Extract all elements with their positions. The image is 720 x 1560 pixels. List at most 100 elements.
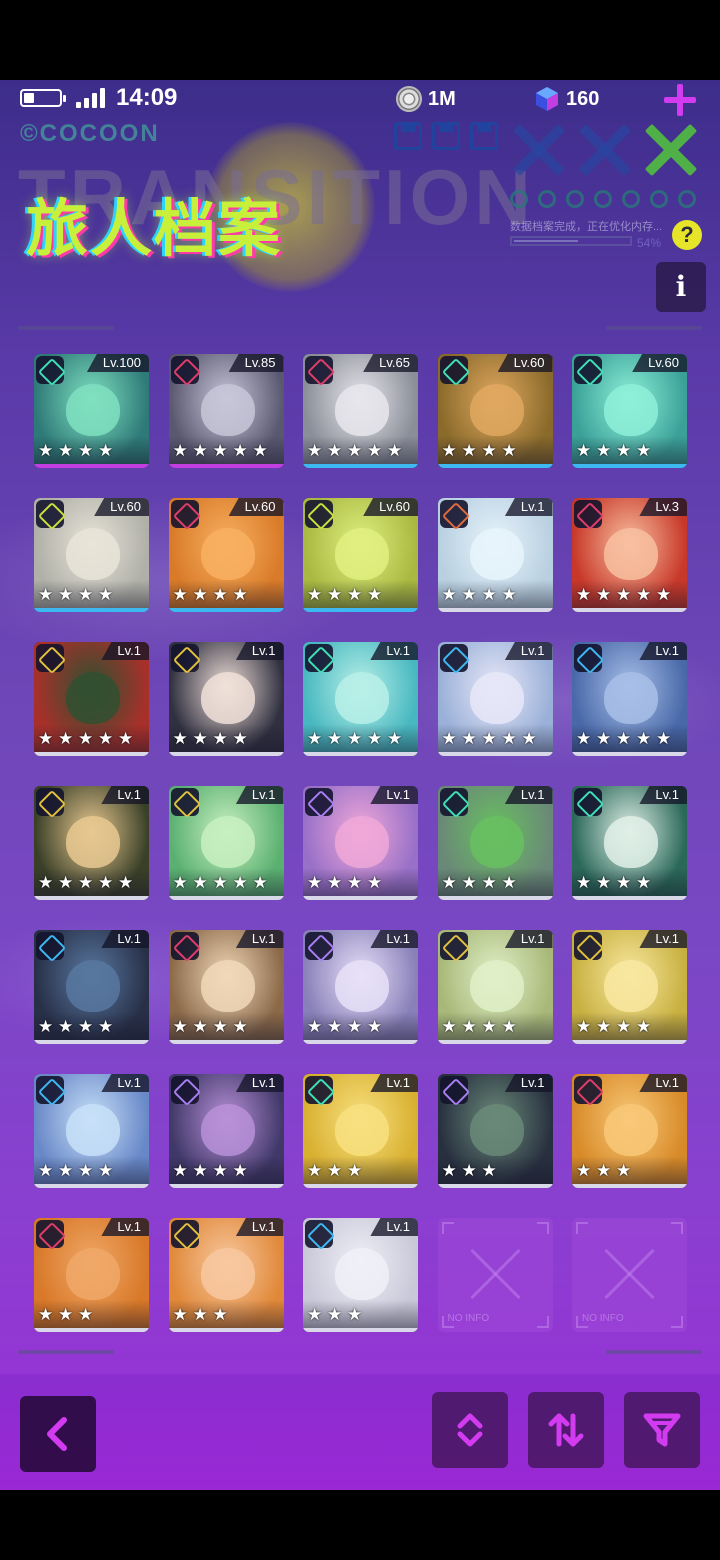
no-info-label: NO INFO (447, 1313, 490, 1324)
star-icon: ★ (212, 1017, 228, 1036)
character-card[interactable]: Lv.65 ★ ★ ★ ★ ★ (303, 354, 418, 468)
info-button[interactable]: i (656, 262, 706, 312)
role-icon (170, 500, 199, 528)
role-icon (574, 500, 602, 528)
star-icon: ★ (347, 873, 363, 892)
role-icon (439, 500, 468, 528)
star-rating: ★ ★ ★ ★ ★ (442, 730, 540, 750)
character-card[interactable]: Lv.1 ★ ★ ★ ★ (168, 930, 284, 1044)
character-card[interactable]: Lv.1 ★ ★ ★ ★ (437, 498, 553, 612)
rarity-underline (168, 896, 284, 900)
character-card[interactable]: Lv.1 ★ ★ ★ (572, 1074, 687, 1188)
star-icon: ★ (367, 873, 383, 892)
star-icon: ★ (367, 1017, 383, 1036)
star-rating: ★ ★ ★ ★ (442, 442, 520, 462)
rarity-underline (168, 1328, 284, 1332)
character-face (335, 528, 389, 580)
character-face (200, 672, 255, 724)
sort-order-button[interactable] (432, 1392, 508, 1468)
star-rating: ★ ★ ★ ★ (442, 874, 520, 894)
character-card[interactable]: Lv.1 ★ ★ ★ ★ (168, 642, 284, 756)
star-icon: ★ (98, 441, 114, 460)
back-button[interactable] (20, 1396, 96, 1472)
character-card[interactable]: Lv.1 ★ ★ ★ ★ ★ (303, 642, 418, 756)
gem-count: 160 (566, 88, 600, 110)
swap-button[interactable] (528, 1392, 604, 1468)
character-card[interactable]: Lv.1 ★ ★ ★ (437, 1074, 553, 1188)
empty-x-icon (468, 1246, 524, 1302)
filter-button[interactable] (624, 1392, 700, 1468)
star-icon: ★ (58, 1017, 74, 1036)
slot-corner (671, 1222, 683, 1234)
character-card[interactable]: Lv.1 ★ ★ ★ ★ (437, 930, 553, 1044)
character-card[interactable]: Lv.1 ★ ★ ★ ★ ★ (572, 642, 687, 756)
star-icon: ★ (78, 729, 94, 748)
character-card[interactable]: Lv.85 ★ ★ ★ ★ ★ (168, 354, 284, 468)
character-card[interactable]: Lv.1 ★ ★ ★ ★ (168, 1074, 284, 1188)
star-rating: ★ ★ ★ (307, 1162, 365, 1182)
star-icon: ★ (636, 873, 652, 892)
character-card[interactable]: Lv.1 ★ ★ ★ ★ ★ (437, 642, 553, 756)
empty-slot: NO INFO (572, 1218, 687, 1332)
character-card[interactable]: Lv.1 ★ ★ ★ ★ (34, 1074, 149, 1188)
star-icon: ★ (441, 441, 457, 460)
character-card[interactable]: Lv.1 ★ ★ ★ (34, 1218, 149, 1332)
empty-slot: NO INFO (437, 1218, 553, 1332)
character-face (200, 1248, 255, 1300)
character-card[interactable]: Lv.60 ★ ★ ★ ★ (34, 498, 149, 612)
star-icon: ★ (58, 873, 74, 892)
character-card[interactable]: Lv.1 ★ ★ ★ ★ (437, 786, 553, 900)
star-icon: ★ (327, 441, 343, 460)
star-icon: ★ (461, 585, 477, 604)
star-icon: ★ (307, 585, 323, 604)
character-card[interactable]: Lv.1 ★ ★ ★ ★ ★ (168, 786, 284, 900)
character-grid: Lv.100 ★ ★ ★ ★ Lv.85 ★ ★ ★ ★ ★ Lv.65 ★ ★ ★ ★ ★ Lv.60 ★ ★ ★ ★ L… (34, 354, 688, 1334)
character-card[interactable]: Lv.1 ★ ★ ★ ★ ★ (34, 786, 149, 900)
character-face (200, 816, 255, 868)
star-icon: ★ (327, 1017, 343, 1036)
character-card[interactable]: Lv.1 ★ ★ ★ (303, 1074, 418, 1188)
character-card[interactable]: Lv.60 ★ ★ ★ ★ (437, 354, 553, 468)
rarity-underline (303, 1328, 418, 1332)
star-icon: ★ (192, 585, 208, 604)
character-card[interactable]: Lv.1 ★ ★ ★ ★ (303, 930, 418, 1044)
star-icon: ★ (78, 441, 94, 460)
star-icon: ★ (232, 1017, 248, 1036)
star-rating: ★ ★ ★ (576, 1162, 634, 1182)
rarity-underline (437, 1040, 553, 1044)
star-icon: ★ (521, 729, 537, 748)
star-icon: ★ (172, 441, 188, 460)
star-rating: ★ ★ ★ ★ ★ (38, 730, 136, 750)
add-currency-button[interactable] (664, 84, 696, 116)
character-card[interactable]: Lv.60 ★ ★ ★ ★ (168, 498, 284, 612)
character-face (604, 384, 658, 436)
character-card[interactable]: Lv.1 ★ ★ ★ (303, 1218, 418, 1332)
character-card[interactable]: Lv.60 ★ ★ ★ ★ (303, 498, 418, 612)
character-card[interactable]: Lv.100 ★ ★ ★ ★ (34, 354, 149, 468)
star-rating: ★ ★ ★ ★ ★ (38, 874, 136, 894)
star-icon: ★ (172, 1161, 188, 1180)
star-icon: ★ (212, 441, 228, 460)
character-card[interactable]: Lv.1 ★ ★ ★ ★ (34, 930, 149, 1044)
character-face (469, 960, 524, 1012)
star-icon: ★ (616, 441, 632, 460)
star-rating: ★ ★ ★ ★ ★ (576, 586, 674, 606)
role-icon (574, 356, 602, 384)
role-icon (439, 1076, 468, 1104)
coin-icon (396, 86, 422, 112)
help-button[interactable]: ? (672, 220, 702, 250)
star-icon: ★ (656, 585, 672, 604)
rarity-underline (437, 752, 553, 756)
star-icon: ★ (596, 873, 612, 892)
character-card[interactable]: Lv.1 ★ ★ ★ ★ (303, 786, 418, 900)
character-card[interactable]: Lv.1 ★ ★ ★ ★ (572, 930, 687, 1044)
role-icon (305, 788, 333, 816)
character-card[interactable]: Lv.1 ★ ★ ★ (168, 1218, 284, 1332)
star-rating: ★ ★ ★ (38, 1306, 96, 1326)
character-card[interactable]: Lv.1 ★ ★ ★ ★ ★ (34, 642, 149, 756)
star-icon: ★ (367, 585, 383, 604)
character-card[interactable]: Lv.3 ★ ★ ★ ★ ★ (572, 498, 687, 612)
character-card[interactable]: Lv.1 ★ ★ ★ ★ (572, 786, 687, 900)
character-card[interactable]: Lv.60 ★ ★ ★ ★ (572, 354, 687, 468)
character-face (469, 528, 524, 580)
